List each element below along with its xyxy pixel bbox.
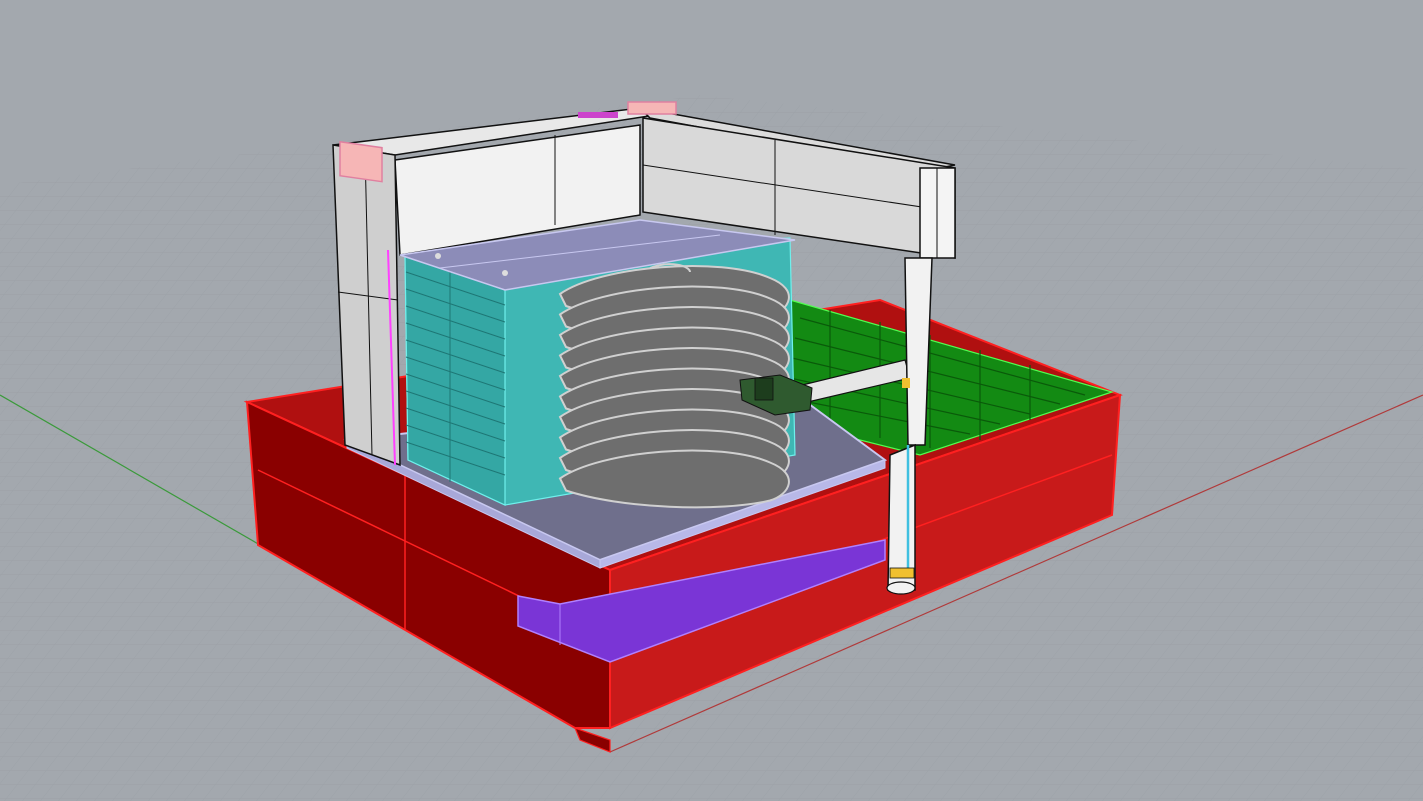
corner-pad-right bbox=[627, 101, 677, 115]
corner-pad-left bbox=[339, 140, 383, 183]
perspective-viewport[interactable] bbox=[0, 0, 1423, 801]
